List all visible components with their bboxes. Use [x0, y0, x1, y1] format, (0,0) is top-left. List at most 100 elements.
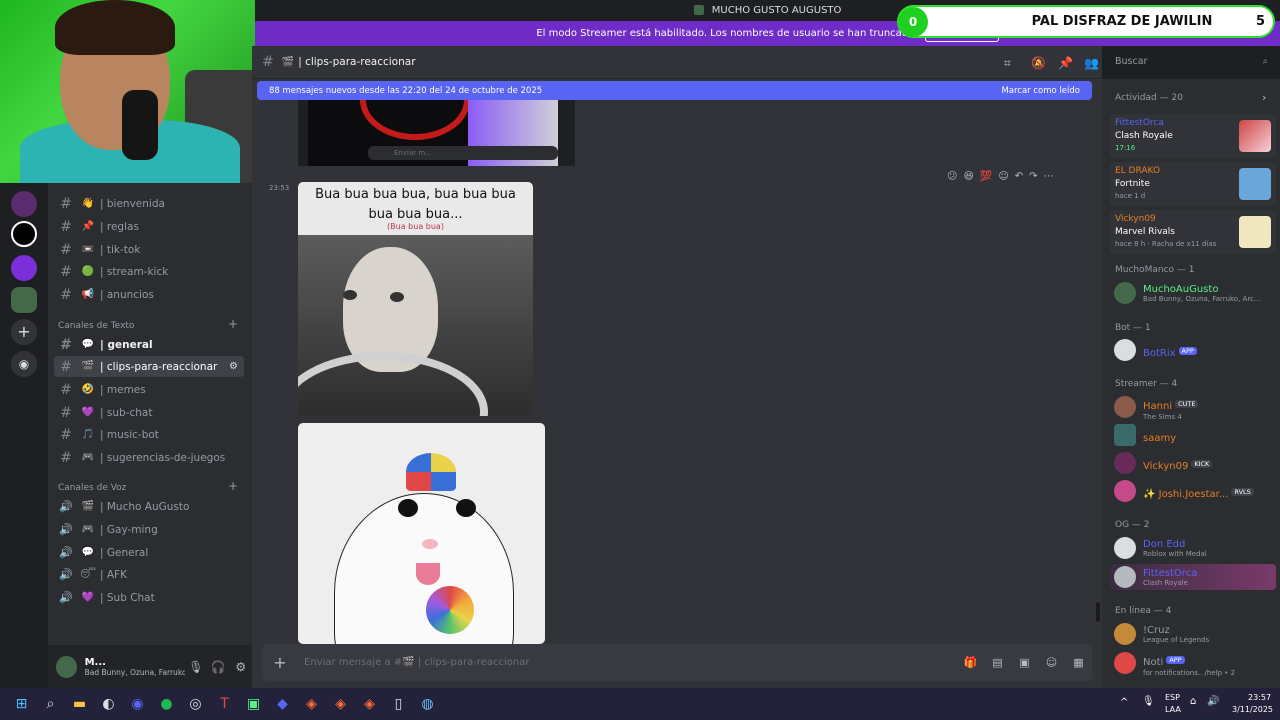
- member-item[interactable]: ✨ Joshi.Joestar... RVLS: [1114, 478, 1276, 504]
- gift-icon[interactable]: 🎁: [957, 656, 984, 669]
- brave-icon[interactable]: ◈: [297, 688, 326, 720]
- members-icon[interactable]: 👥: [1084, 56, 1099, 70]
- member-item[interactable]: Hanni CUTE The Sims 4: [1114, 394, 1276, 421]
- server-icon[interactable]: [11, 221, 37, 247]
- discover-icon[interactable]: ◉: [11, 351, 37, 377]
- channel-tik-tok[interactable]: # 📼 | tik-tok: [54, 239, 244, 260]
- server-icon[interactable]: [11, 255, 37, 281]
- member-item[interactable]: saamy: [1114, 422, 1276, 448]
- apps-icon[interactable]: ▦: [1065, 656, 1092, 669]
- new-messages-bar[interactable]: 88 mensajes nuevos desde las 22:20 del 2…: [257, 81, 1092, 100]
- voice-channel[interactable]: 🔊 😴 | AFK: [54, 564, 244, 585]
- region-indicator[interactable]: LAA: [1165, 705, 1181, 714]
- file-icon[interactable]: ▯: [384, 688, 413, 720]
- activity-card[interactable]: FittestOrca Clash Royale 17:16: [1110, 114, 1276, 158]
- voice-channel[interactable]: 🔊 🎮 | Gay-ming: [54, 519, 244, 540]
- volume-icon[interactable]: 🔊: [1207, 696, 1219, 707]
- emoji-icon[interactable]: ☺: [1038, 656, 1065, 669]
- clock-time[interactable]: 23:57: [1248, 693, 1271, 702]
- channel-memes[interactable]: # 🤣 | memes: [54, 379, 244, 400]
- message-input[interactable]: Enviar mensaje a #🎬 | clips-para-reaccio…: [304, 657, 957, 668]
- reaction-icon[interactable]: 😆: [963, 171, 973, 182]
- channel-clips-para-reaccionar[interactable]: # 🎬 | clips-para-reaccionar ⚙: [54, 356, 244, 377]
- meme-image[interactable]: [298, 423, 545, 644]
- threads-icon[interactable]: ⌗: [1004, 56, 1011, 71]
- member-item[interactable]: !Cruz League of Legends: [1114, 621, 1276, 647]
- activity-card[interactable]: EL DRAKO Fortnite hace 1 d: [1110, 162, 1276, 206]
- member-item[interactable]: Noti APP for notifications.. /help • 2: [1114, 650, 1276, 677]
- clock-date[interactable]: 3/11/2025: [1232, 705, 1273, 714]
- brave-icon[interactable]: ◈: [326, 688, 355, 720]
- channel-stream-kick[interactable]: # 🟢 | stream-kick: [54, 261, 244, 282]
- voice-channel[interactable]: 🔊 🎬 | Mucho AuGusto: [54, 496, 244, 517]
- member-item[interactable]: Don Edd Roblox with Medal: [1114, 535, 1276, 561]
- brave-icon[interactable]: ◈: [355, 688, 384, 720]
- microphone-icon[interactable]: 🎙: [1142, 696, 1155, 707]
- file-explorer-icon[interactable]: ▬: [65, 688, 94, 720]
- sticker-icon[interactable]: ▣: [1011, 656, 1038, 669]
- pin-icon[interactable]: 📌: [1058, 56, 1073, 70]
- add-server-icon[interactable]: +: [11, 319, 37, 345]
- channel-reglas[interactable]: # 📌 | reglas: [54, 216, 244, 237]
- group-header: OG — 2: [1115, 520, 1150, 530]
- streamer-mode-text: El modo Streamer está habilitado. Los no…: [536, 28, 918, 39]
- avatar[interactable]: [56, 655, 77, 678]
- mark-read-button[interactable]: Marcar como leído: [1001, 86, 1080, 96]
- reaction-icon[interactable]: 😕: [947, 171, 957, 182]
- app-icon[interactable]: T: [210, 688, 239, 720]
- activity-game: Marvel Rivals: [1115, 227, 1175, 237]
- voice-channel[interactable]: 🔊 💬 | General: [54, 542, 244, 563]
- server-icon[interactable]: [11, 191, 37, 217]
- gear-icon[interactable]: ⚙: [230, 660, 252, 674]
- more-icon[interactable]: ⋯: [1044, 171, 1054, 182]
- add-channel-icon[interactable]: +: [228, 317, 238, 331]
- category-voice-channels[interactable]: Canales de Voz: [58, 483, 126, 493]
- avatar: [1114, 282, 1136, 304]
- add-reaction-icon[interactable]: ☺: [998, 171, 1008, 182]
- avatar: [1114, 452, 1136, 474]
- microphone-icon[interactable]: 🎙: [185, 660, 207, 674]
- channel-music-bot[interactable]: # 🎵 | music-bot: [54, 424, 244, 445]
- member-item[interactable]: MuchoAuGusto Bad Bunny, Ozuna, Farruko, A…: [1114, 280, 1276, 306]
- channel-sugerencias[interactable]: # 🎮 | sugerencias-de-juegos: [54, 447, 244, 468]
- network-icon[interactable]: ⌂: [1190, 696, 1196, 707]
- search-input[interactable]: Buscar ⌕: [1108, 52, 1274, 72]
- channel-general[interactable]: # 💬 | general: [54, 334, 244, 355]
- search-icon[interactable]: ⌕: [36, 688, 65, 720]
- member-item[interactable]: BotRix APP: [1114, 337, 1276, 363]
- activity-card[interactable]: Vickyn09 Marvel Rivals hace 8 h · Racha …: [1110, 210, 1276, 254]
- language-indicator[interactable]: ESP: [1165, 693, 1180, 702]
- meme-image[interactable]: Bua bua bua bua, bua bua bua bua bua bua…: [298, 182, 533, 416]
- add-attachment-icon[interactable]: +: [268, 653, 292, 672]
- channel-sub-chat[interactable]: # 💜 | sub-chat: [54, 402, 244, 423]
- message-timestamp: 23:53: [269, 184, 290, 192]
- reaction-icon[interactable]: 💯: [980, 171, 992, 182]
- category-text-channels[interactable]: Canales de Texto: [58, 321, 134, 331]
- gif-icon[interactable]: ▤: [984, 656, 1011, 669]
- server-icon[interactable]: [11, 287, 37, 313]
- discord-icon[interactable]: ◉: [123, 688, 152, 720]
- member-item[interactable]: Vickyn09 KICK: [1114, 450, 1276, 476]
- channel-anuncios[interactable]: # 📢 | anuncios: [54, 284, 244, 305]
- chevron-up-icon[interactable]: ^: [1120, 697, 1128, 708]
- add-channel-icon[interactable]: +: [228, 479, 238, 493]
- steam-icon[interactable]: ◍: [413, 688, 442, 720]
- scrollbar[interactable]: [1096, 602, 1100, 622]
- settings-icon[interactable]: ⚙: [229, 361, 238, 372]
- voice-channel[interactable]: 🔊 💜 | Sub Chat: [54, 587, 244, 608]
- headphones-icon[interactable]: 🎧: [207, 660, 229, 674]
- channel-bienvenida[interactable]: # 👋 | bienvenida: [54, 193, 244, 214]
- member-item[interactable]: FittestOrca Clash Royale: [1110, 564, 1276, 590]
- message-composer[interactable]: + Enviar mensaje a #🎬 | clips-para-reacc…: [262, 644, 1092, 681]
- app-icon[interactable]: ▣: [239, 688, 268, 720]
- chevron-right-icon[interactable]: ›: [1262, 91, 1266, 104]
- message-actions-bar: 😕 😆 💯 ☺ ↶ ↷ ⋯: [947, 167, 1087, 185]
- app-icon[interactable]: ◐: [94, 688, 123, 720]
- app-icon[interactable]: ◆: [268, 688, 297, 720]
- app-icon[interactable]: ◎: [181, 688, 210, 720]
- notifications-icon[interactable]: 🔕: [1031, 56, 1046, 70]
- spotify-icon[interactable]: ●: [152, 688, 181, 720]
- reply-icon[interactable]: ↶: [1015, 171, 1023, 182]
- start-icon[interactable]: ⊞: [7, 688, 36, 720]
- forward-icon[interactable]: ↷: [1029, 171, 1037, 182]
